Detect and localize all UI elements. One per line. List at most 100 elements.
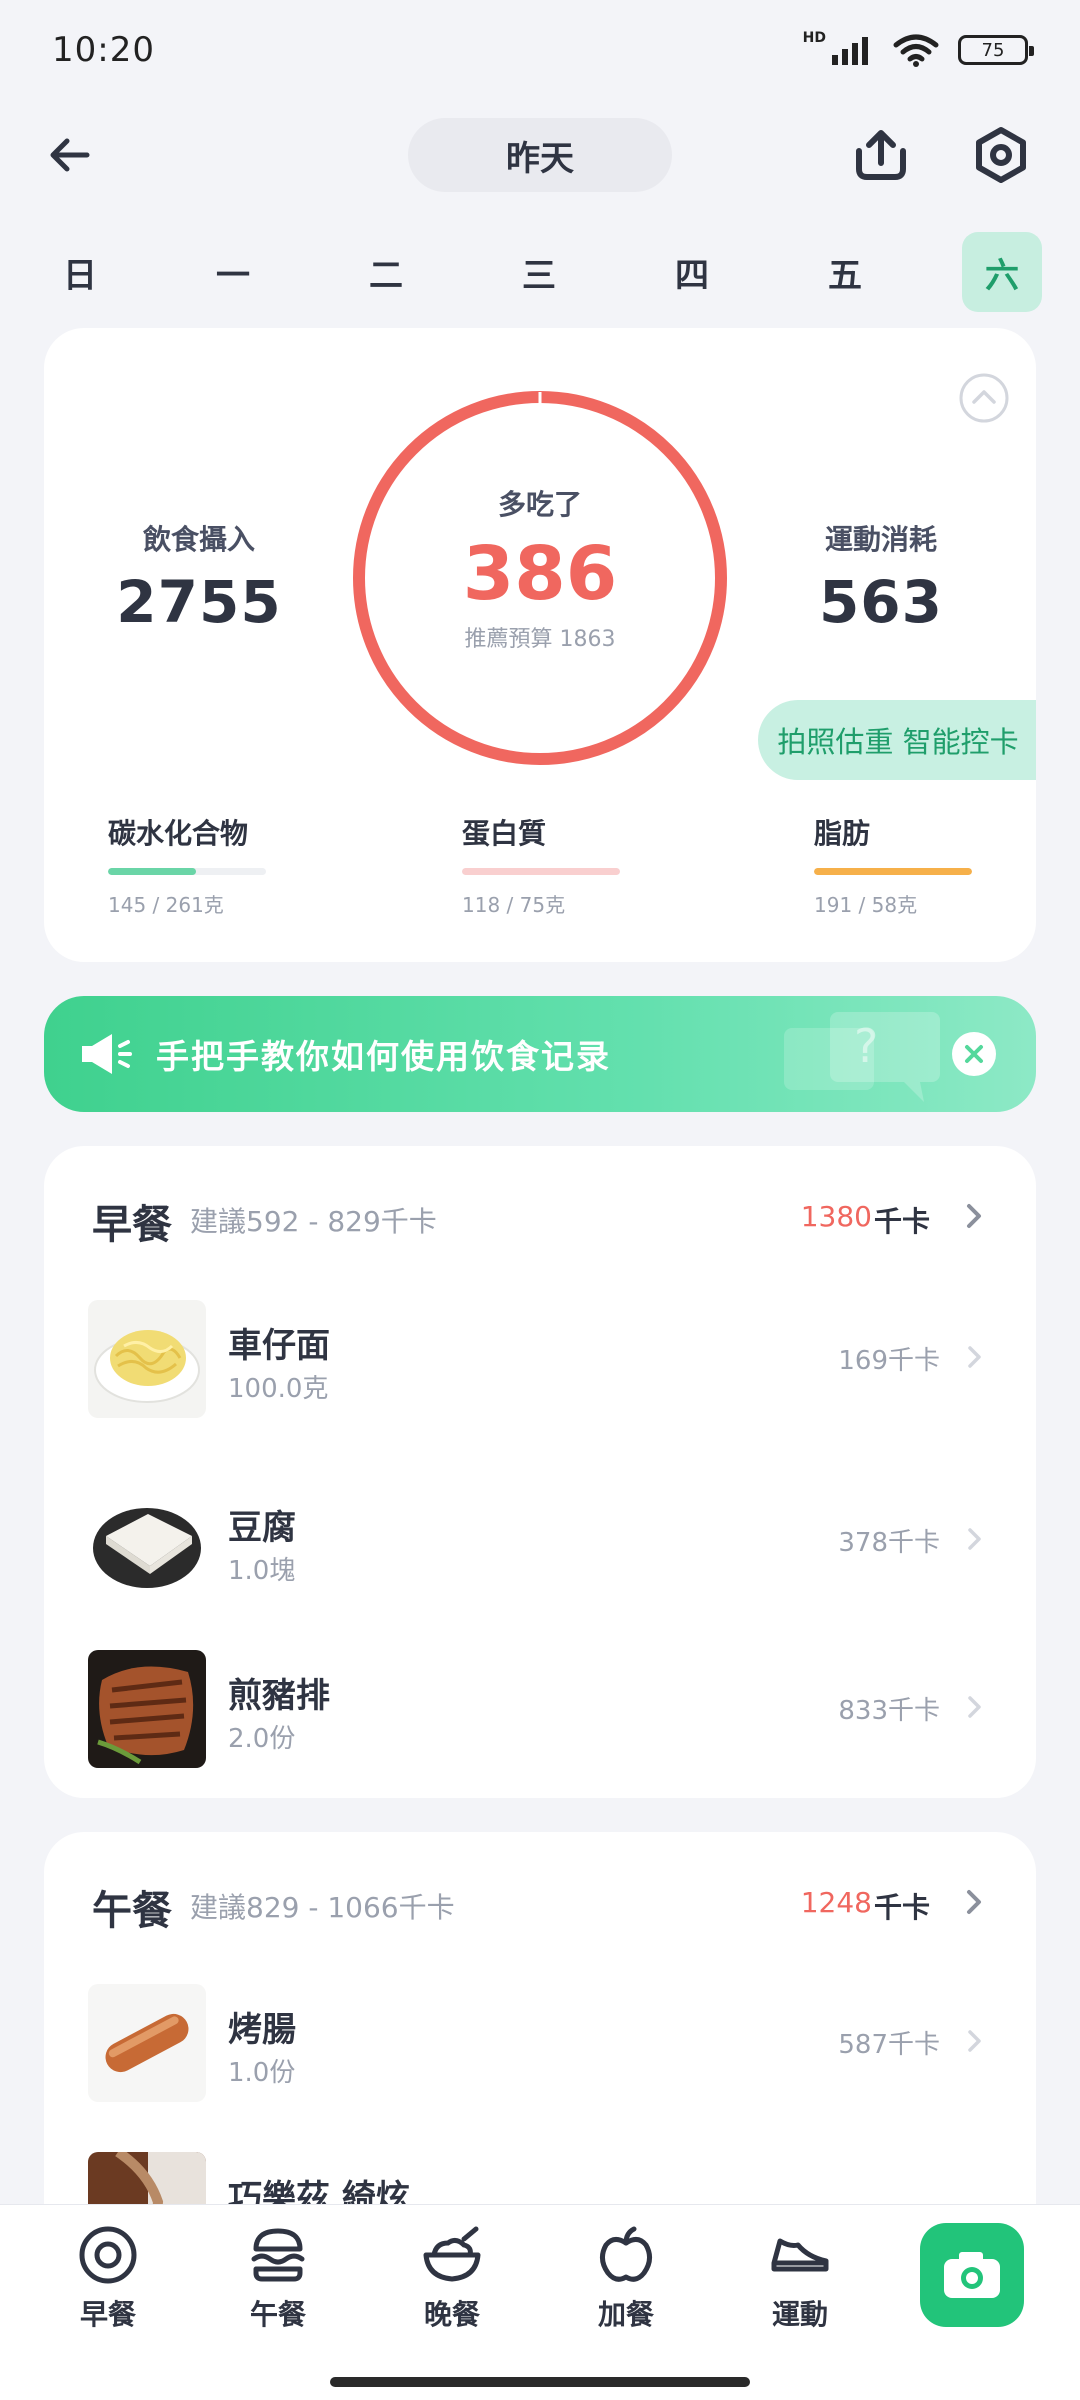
food-kcal: 378千卡	[838, 1528, 940, 1558]
macro-fill	[108, 868, 197, 875]
macro-detail: 145 / 261克	[108, 893, 224, 917]
macro-fill	[814, 868, 972, 875]
nav-exercise[interactable]: 運動	[740, 2223, 860, 2353]
camera-icon	[944, 2252, 1000, 2298]
meal-kcal-unit: 千卡	[873, 1205, 930, 1238]
chevron-right-icon	[967, 1890, 981, 1914]
weekday-mon[interactable]: 一	[193, 232, 273, 312]
camera-button[interactable]	[920, 2223, 1024, 2327]
food-name: 烤腸	[228, 2010, 296, 2050]
weekday-thu[interactable]: 四	[652, 232, 732, 312]
top-bar: 昨天	[0, 110, 1080, 200]
meal-title: 早餐	[92, 1202, 172, 1248]
food-quantity: 1.0份	[228, 2058, 296, 2088]
food-photo-sausage	[88, 1984, 206, 2102]
wifi-icon	[893, 34, 939, 67]
battery-level: 75	[981, 39, 1005, 61]
macro-bar	[462, 868, 620, 875]
megaphone-icon	[82, 1034, 132, 1074]
chevron-right-icon	[968, 1346, 981, 1368]
banner-close-button[interactable]	[952, 1032, 996, 1076]
calorie-summary-card: 飲食攝入 2755 多吃了 386 推薦預算 1863 運動消耗 563 拍照估…	[44, 328, 1036, 962]
network-type: HD	[802, 30, 826, 46]
home-indicator[interactable]	[330, 2377, 750, 2387]
nav-label: 早餐	[79, 2298, 136, 2331]
macro-protein: 蛋白質 118 / 75克	[462, 812, 642, 918]
svg-text:?: ?	[854, 1019, 878, 1073]
meal-suggestion: 建議592 - 829千卡	[190, 1205, 437, 1238]
tutorial-banner[interactable]: 手把手教你如何使用饮食记录 ?	[44, 996, 1036, 1112]
food-photo-tofu	[88, 1482, 206, 1600]
meal-kcal: 1380	[800, 1200, 872, 1233]
food-item[interactable]: 烤腸 1.0份 587千卡	[88, 1984, 992, 2102]
macro-detail: 118 / 75克	[462, 893, 566, 917]
question-bubble-icon: ?	[784, 1012, 940, 1102]
meal-kcal: 1248	[800, 1886, 872, 1919]
weekday-wed[interactable]: 三	[499, 232, 579, 312]
arrow-left-icon	[50, 138, 90, 172]
meal-title: 午餐	[92, 1888, 172, 1934]
food-item[interactable]: 煎豬排 2.0份 833千卡	[88, 1650, 992, 1768]
ring-budget: 推薦預算 1863	[464, 627, 616, 652]
meal-header[interactable]: 午餐 建議829 - 1066千卡 1248 千卡	[92, 1878, 992, 1934]
weekday-fri[interactable]: 五	[805, 232, 885, 312]
food-name: 豆腐	[228, 1508, 296, 1548]
macro-label: 蛋白質	[462, 817, 547, 850]
share-button[interactable]	[848, 122, 914, 188]
burn-value: 563	[818, 568, 944, 636]
chevron-right-icon	[968, 1696, 981, 1718]
nav-dinner[interactable]: 晚餐	[392, 2223, 512, 2353]
food-kcal: 587千卡	[838, 2030, 940, 2060]
status-bar: 10:20 HD 75	[0, 0, 1080, 100]
burn-label: 運動消耗	[824, 523, 937, 556]
macro-fill	[462, 868, 620, 875]
back-button[interactable]	[40, 125, 100, 185]
status-time: 10:20	[52, 30, 155, 70]
chevron-right-icon	[968, 2030, 981, 2052]
nav-label: 晚餐	[423, 2298, 480, 2331]
date-label: 昨天	[506, 138, 574, 179]
chevron-right-icon	[968, 1528, 981, 1550]
food-item[interactable]: 車仔面 100.0克 169千卡	[88, 1300, 992, 1418]
intake-label: 飲食攝入	[142, 523, 255, 556]
food-kcal: 833千卡	[838, 1696, 940, 1726]
weekday-tue[interactable]: 二	[346, 232, 426, 312]
macro-label: 脂肪	[814, 817, 871, 850]
food-quantity: 2.0份	[228, 1724, 296, 1754]
ring-value: 386	[462, 531, 618, 617]
food-item[interactable]: 豆腐 1.0塊 378千卡	[88, 1482, 992, 1600]
chevron-up-icon	[959, 373, 1009, 423]
meal-suggestion: 建議829 - 1066千卡	[190, 1891, 455, 1924]
macro-bar	[814, 868, 972, 875]
apple-icon	[600, 2226, 652, 2282]
gear-icon	[976, 127, 1026, 183]
meal-card-lunch: 午餐 建議829 - 1066千卡 1248 千卡 烤腸 1.0份 587千卡	[44, 1832, 1036, 2252]
burger-icon	[251, 2228, 305, 2282]
food-name: 煎豬排	[228, 1676, 330, 1716]
macro-fat: 脂肪 191 / 58克	[814, 812, 994, 918]
meal-kcal-unit: 千卡	[873, 1891, 930, 1924]
photo-estimate-promo[interactable]: 拍照估重 智能控卡	[758, 700, 1036, 780]
chevron-right-icon	[967, 1204, 981, 1228]
nav-lunch[interactable]: 午餐	[218, 2223, 338, 2353]
nav-label: 運動	[771, 2298, 828, 2331]
promo-label: 拍照估重 智能控卡	[777, 725, 1019, 759]
intake-value: 2755	[116, 568, 282, 636]
signal-icon	[832, 37, 868, 65]
nav-breakfast[interactable]: 早餐	[48, 2223, 168, 2353]
date-selector[interactable]: 昨天	[408, 118, 672, 192]
weekday-sat[interactable]: 六	[962, 232, 1042, 312]
macro-label: 碳水化合物	[108, 817, 249, 850]
food-quantity: 100.0克	[228, 1374, 329, 1404]
banner-text: 手把手教你如何使用饮食记录	[156, 1037, 611, 1076]
intake-block: 飲食攝入 2755	[84, 518, 314, 636]
nav-snack[interactable]: 加餐	[566, 2223, 686, 2353]
status-icons: HD 75	[802, 30, 1034, 67]
meal-header[interactable]: 早餐 建議592 - 829千卡 1380 千卡	[92, 1192, 992, 1248]
weekday-selector: 日 一 二 三 四 五 六	[0, 232, 1080, 312]
collapse-button[interactable]	[958, 372, 1010, 424]
settings-button[interactable]	[968, 122, 1034, 188]
weekday-sun[interactable]: 日	[40, 232, 120, 312]
burn-block: 運動消耗 563	[766, 518, 996, 636]
macro-carbs: 碳水化合物 145 / 261克	[108, 812, 288, 918]
